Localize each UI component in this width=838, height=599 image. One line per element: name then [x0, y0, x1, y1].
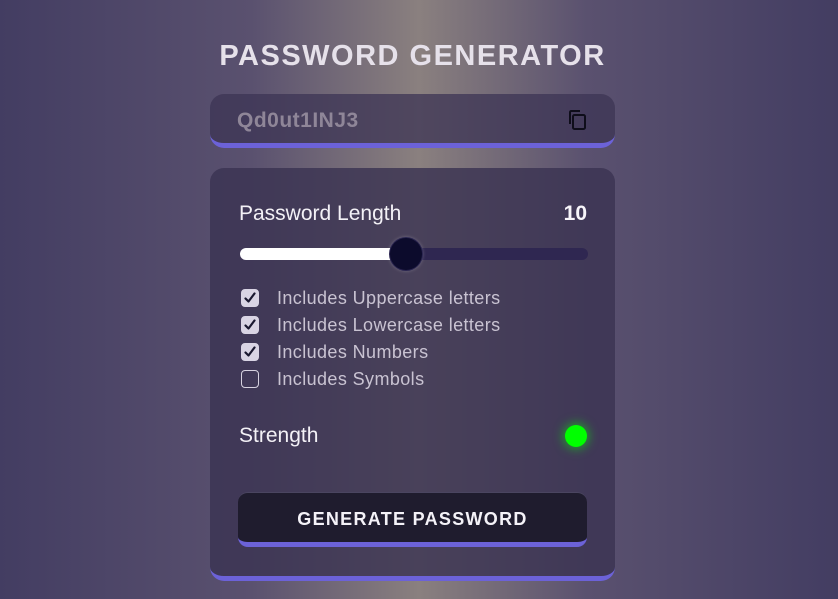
generate-label: GENERATE PASSWORD — [297, 509, 528, 529]
slider-fill — [240, 248, 406, 260]
length-label: Password Length — [239, 202, 402, 225]
checkmark-icon — [244, 292, 256, 303]
lowercase-label: Includes Lowercase letters — [277, 315, 501, 335]
lowercase-checkbox[interactable] — [241, 316, 259, 334]
option-symbols[interactable]: Includes Symbols — [241, 369, 581, 396]
option-uppercase[interactable]: Includes Uppercase letters — [241, 288, 581, 315]
option-lowercase[interactable]: Includes Lowercase letters — [241, 315, 581, 342]
length-value: 10 — [563, 202, 587, 225]
symbols-checkbox[interactable] — [241, 370, 259, 388]
numbers-checkbox[interactable] — [241, 343, 259, 361]
numbers-label: Includes Numbers — [277, 342, 429, 362]
checkmark-icon — [244, 319, 256, 330]
copy-button[interactable] — [565, 107, 591, 133]
page-title: PASSWORD GENERATOR — [219, 40, 606, 72]
symbols-label: Includes Symbols — [277, 369, 425, 389]
copy-icon — [569, 110, 586, 130]
settings-panel: Password Length 10 Includes Uppercase le… — [210, 168, 615, 581]
length-row: Password Length 10 — [239, 202, 587, 228]
strength-row: Strength — [239, 424, 587, 450]
option-numbers[interactable]: Includes Numbers — [241, 342, 581, 369]
options-list: Includes Uppercase letters Includes Lowe… — [241, 288, 581, 396]
uppercase-checkbox[interactable] — [241, 289, 259, 307]
slider-thumb[interactable] — [389, 238, 422, 270]
strength-indicator — [565, 425, 587, 447]
strength-label: Strength — [239, 424, 319, 447]
generate-password-button[interactable]: GENERATE PASSWORD — [238, 492, 587, 547]
checkmark-icon — [244, 346, 256, 357]
password-output: Qd0ut1INJ3 — [237, 109, 359, 132]
uppercase-label: Includes Uppercase letters — [277, 288, 501, 308]
password-display: Qd0ut1INJ3 — [210, 94, 615, 148]
length-slider[interactable] — [240, 238, 588, 270]
